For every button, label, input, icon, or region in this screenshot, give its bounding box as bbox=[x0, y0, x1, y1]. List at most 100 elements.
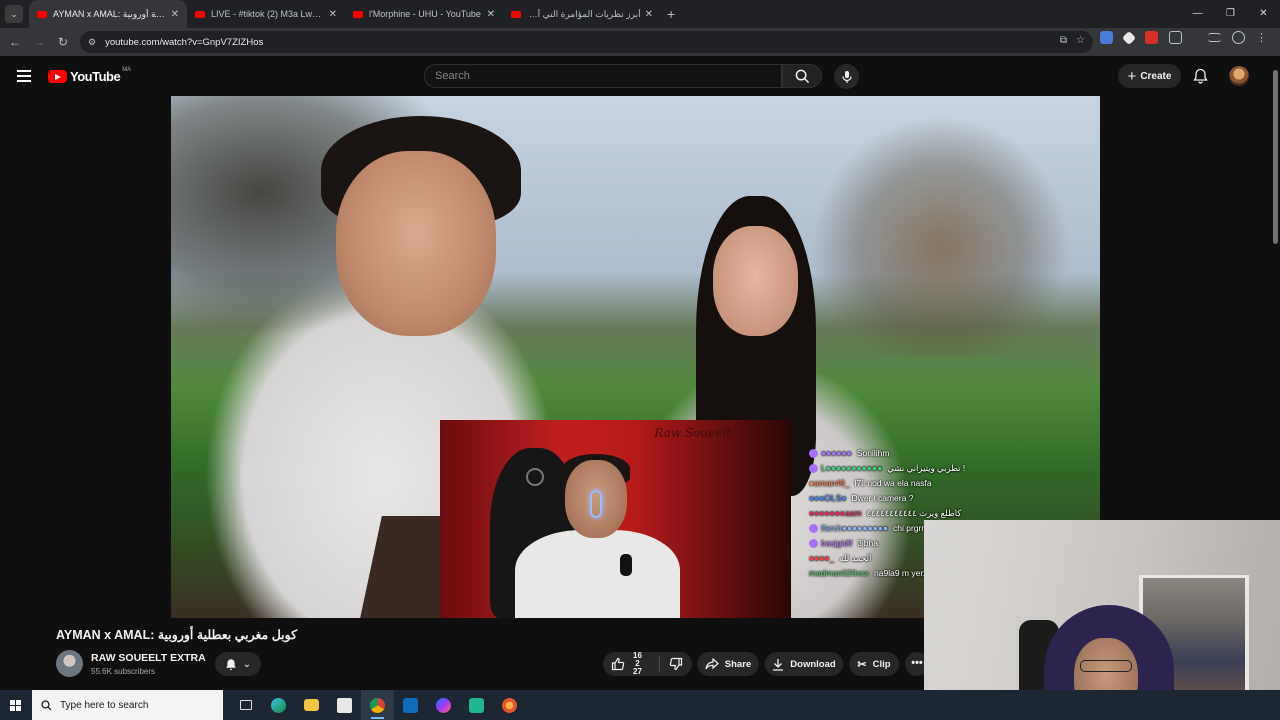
extension-icon[interactable] bbox=[1121, 30, 1137, 45]
taskbar-search-placeholder: Type here to search bbox=[60, 699, 149, 711]
chat-badge-icon bbox=[809, 524, 818, 533]
thumbs-up-icon bbox=[611, 657, 625, 671]
close-window-icon[interactable]: ✕ bbox=[1247, 0, 1280, 28]
download-label: Download bbox=[790, 658, 836, 670]
taskbar-search-box[interactable]: Type here to search bbox=[32, 690, 223, 720]
browser-tab[interactable]: LIVE - #tiktok (2) M3a Lwalida - ✕ bbox=[187, 0, 345, 28]
file-explorer-icon[interactable] bbox=[295, 690, 328, 720]
dislike-button[interactable] bbox=[660, 652, 692, 676]
headset-light bbox=[590, 490, 602, 518]
chat-badge-icon bbox=[809, 449, 818, 458]
chat-username: basjgidlf bbox=[821, 538, 853, 548]
extensions-area: ⋮ bbox=[1100, 30, 1267, 45]
search-input[interactable]: Search bbox=[424, 64, 782, 88]
video-person-face bbox=[336, 151, 496, 336]
messenger-icon[interactable] bbox=[427, 690, 460, 720]
install-app-icon[interactable]: ⧉ bbox=[1060, 35, 1067, 46]
chat-text: Dwer l camera ? bbox=[851, 493, 914, 503]
create-button[interactable]: + Create bbox=[1118, 64, 1181, 88]
tab-close-icon[interactable]: ✕ bbox=[487, 9, 495, 20]
chat-text: Sonilihm bbox=[856, 448, 890, 458]
store-icon[interactable] bbox=[328, 690, 361, 720]
video-tree-right bbox=[811, 116, 1071, 356]
like-button[interactable]: 16 2 27 bbox=[603, 652, 659, 676]
chrome-icon[interactable] bbox=[361, 690, 394, 720]
bookmark-star-icon[interactable]: ☆ bbox=[1076, 35, 1085, 46]
scrollbar-thumb[interactable] bbox=[1273, 70, 1278, 244]
notifications-bell-icon[interactable] bbox=[1193, 68, 1208, 84]
chat-username: ●●●●●●●aam bbox=[809, 508, 862, 518]
address-bar[interactable]: ⚙ youtube.com/watch?v=GnpV7ZIZHos ⧉ ☆ bbox=[80, 31, 1093, 53]
streamer-shirt bbox=[515, 530, 680, 618]
profile-icon[interactable] bbox=[1232, 31, 1245, 44]
chat-username: ●●●●●● bbox=[821, 448, 852, 458]
browser-tab[interactable]: l'Morphine - UHU - YouTube ✕ bbox=[345, 0, 503, 28]
like-dislike-group: 16 2 27 bbox=[603, 652, 692, 676]
tab-close-icon[interactable]: ✕ bbox=[329, 9, 337, 20]
bell-icon bbox=[225, 658, 236, 670]
clip-button[interactable]: ✂ Clip bbox=[849, 652, 899, 676]
restore-icon[interactable]: ❐ bbox=[1214, 0, 1247, 28]
account-avatar[interactable] bbox=[1229, 66, 1249, 86]
chat-text: الحمد لله bbox=[839, 553, 872, 563]
reload-icon[interactable]: ↻ bbox=[51, 35, 75, 49]
thumbs-down-icon bbox=[669, 657, 683, 671]
create-label: Create bbox=[1140, 70, 1172, 82]
youtube-masthead: YouTube MA Search + Create bbox=[0, 56, 1280, 96]
forward-icon[interactable]: → bbox=[27, 35, 51, 49]
search-icon bbox=[41, 699, 52, 710]
obs-or-app-icon[interactable] bbox=[493, 690, 526, 720]
windows-taskbar: Type here to search bbox=[0, 690, 1280, 720]
download-button[interactable]: Download bbox=[765, 652, 843, 676]
share-icon bbox=[705, 658, 719, 670]
chat-username: ●●●OLS● bbox=[809, 493, 847, 503]
youtube-play-icon bbox=[48, 70, 67, 83]
search-icon bbox=[795, 69, 809, 83]
channel-name[interactable]: RAW SOUEELT EXTRA bbox=[91, 652, 206, 664]
plus-icon: + bbox=[1127, 67, 1137, 85]
share-button[interactable]: Share bbox=[697, 652, 759, 676]
chat-username: L●●●●●●●●●●● bbox=[821, 463, 883, 473]
tab-close-icon[interactable]: ✕ bbox=[645, 9, 653, 20]
video-title: AYMAN x AMAL: كوبل مغربي بعطلية أوروبية bbox=[56, 628, 298, 642]
browser-tab-active[interactable]: AYMAN x AMAL: كوبل مغربي بعطلية أوروبية … bbox=[29, 0, 187, 28]
app-icon[interactable] bbox=[460, 690, 493, 720]
start-button[interactable] bbox=[0, 690, 30, 720]
browser-tab-strip: ⌄ AYMAN x AMAL: كوبل مغربي بعطلية أوروبي… bbox=[0, 0, 1280, 28]
edge-icon[interactable] bbox=[262, 690, 295, 720]
chat-badge-icon bbox=[809, 464, 818, 473]
chat-message: ●aman49_ l7li nod wa ela nasfa bbox=[809, 476, 1100, 491]
chat-text: كاطلع ويرث ٤٤٤٤٤٤٤٤٤٤٤ bbox=[866, 508, 962, 518]
youtube-logo[interactable]: YouTube MA bbox=[48, 66, 132, 84]
youtube-favicon-icon bbox=[37, 10, 47, 18]
site-info-icon[interactable]: ⚙ bbox=[88, 37, 96, 48]
tab-close-icon[interactable]: ✕ bbox=[171, 9, 179, 20]
country-code: MA bbox=[122, 66, 132, 73]
reading-list-icon[interactable] bbox=[1208, 33, 1221, 42]
back-icon[interactable]: ← bbox=[3, 35, 27, 49]
channel-avatar[interactable] bbox=[56, 650, 83, 677]
like-count: 16 2 27 bbox=[633, 651, 642, 676]
extension-icon[interactable] bbox=[1145, 31, 1158, 44]
browser-tab[interactable]: أبرز نظريات المؤامرة التي أصبحت... ✕ bbox=[503, 0, 661, 28]
voice-search-button[interactable] bbox=[834, 64, 859, 89]
chat-text: 3jbha bbox=[857, 538, 878, 548]
omnibox-actions: ⧉ ☆ bbox=[1060, 35, 1085, 46]
tab-search-icon[interactable]: ⌄ bbox=[5, 5, 23, 23]
minimize-icon[interactable]: — bbox=[1181, 0, 1214, 28]
menu-icon[interactable] bbox=[17, 70, 31, 82]
chat-username: ●aman49_ bbox=[809, 478, 850, 488]
chat-message: ●●●●●● Sonilihm bbox=[809, 446, 1100, 461]
chat-text: l7li nod wa ela nasfa bbox=[854, 478, 932, 488]
search-button[interactable] bbox=[782, 64, 822, 88]
extensions-puzzle-icon[interactable] bbox=[1169, 31, 1182, 44]
translate-extension-icon[interactable] bbox=[1100, 31, 1113, 44]
chevron-down-icon: ⌄ bbox=[242, 658, 252, 670]
taskbar-apps bbox=[229, 690, 526, 720]
subscription-notification-button[interactable]: ⌄ bbox=[215, 652, 261, 676]
browser-menu-icon[interactable]: ⋮ bbox=[1256, 31, 1267, 44]
new-tab-button[interactable]: + bbox=[667, 6, 675, 22]
outlook-icon[interactable] bbox=[394, 690, 427, 720]
task-view-icon[interactable] bbox=[229, 690, 262, 720]
download-icon bbox=[773, 658, 784, 671]
